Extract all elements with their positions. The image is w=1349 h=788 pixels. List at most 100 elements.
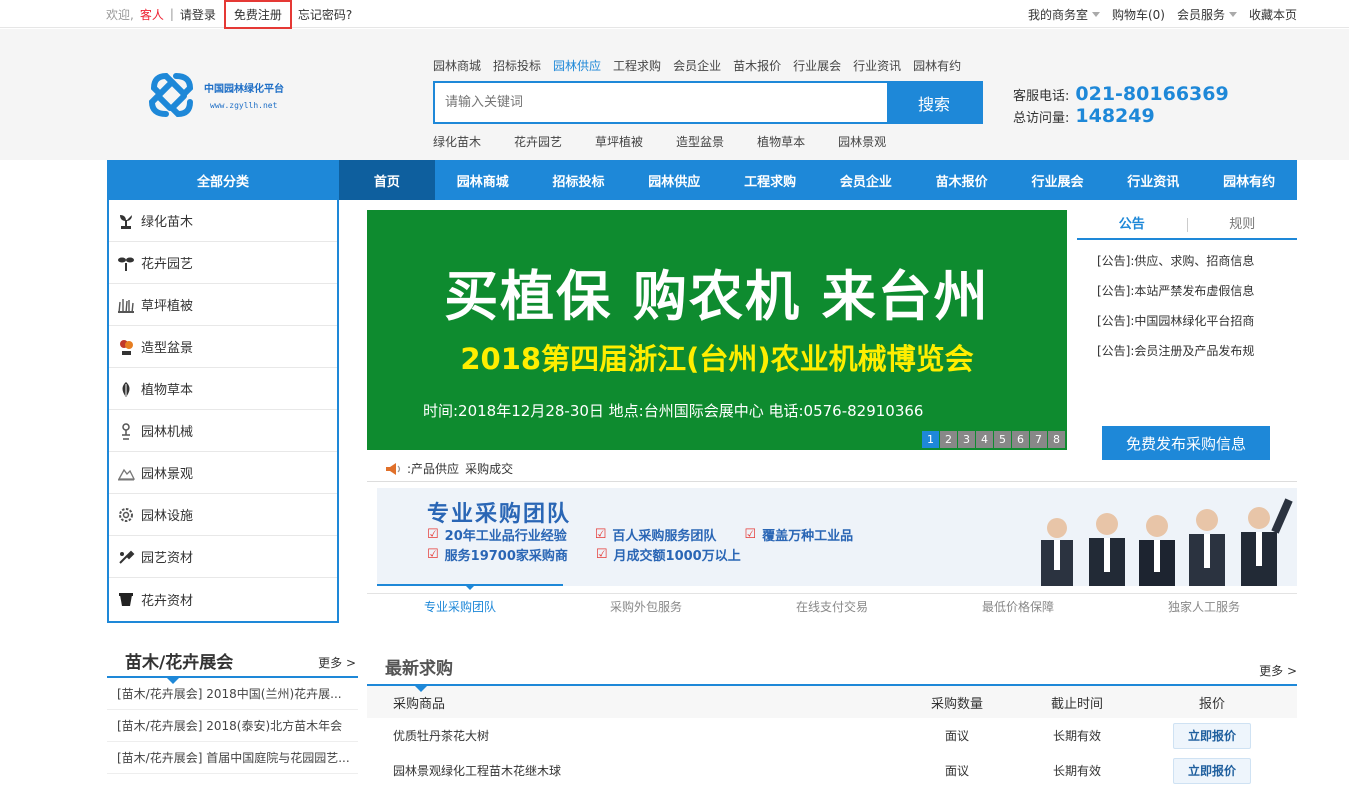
banner-page-button[interactable]: 6 [1012,431,1029,448]
promo-tab[interactable]: 最低价格保障 [925,594,1111,621]
banner-page-button[interactable]: 5 [994,431,1011,448]
banner-page-button[interactable]: 4 [976,431,993,448]
login-link[interactable]: 请登录 [180,6,216,23]
category-item[interactable]: 花卉园艺 [109,242,337,284]
ticker-supply-link[interactable]: 产品供应 [411,460,459,477]
my-office-label: 我的商务室 [1027,7,1088,22]
search-button[interactable]: 搜索 [887,83,981,122]
category-item[interactable]: 园艺资材 [109,536,337,578]
category-item[interactable]: 园林机械 [109,410,337,452]
header-nav-item[interactable]: 园林有约 [913,57,961,74]
header-nav-item[interactable]: 园林商城 [433,57,481,74]
site-logo[interactable]: 中国园林绿化平台 www.zgyllh.net [146,69,306,121]
main-nav-item[interactable]: 工程求购 [722,160,818,200]
product-cell[interactable]: 园林景观绿化工程苗木花继木球 [367,753,887,788]
col-qty: 采购数量 [887,686,1027,718]
hot-keyword-link[interactable]: 绿化苗木 [433,133,481,150]
main-nav-item[interactable]: 园林供应 [626,160,722,200]
notice-item[interactable]: [公告]:供应、求购、招商信息 [1097,250,1297,280]
notice-item[interactable]: [公告]:本站严禁发布虚假信息 [1097,280,1297,310]
notice-item[interactable]: [公告]:中国园林绿化平台招商 [1097,310,1297,340]
member-service-menu[interactable]: 会员服务 [1177,6,1237,23]
category-item[interactable]: 园林景观 [109,452,337,494]
category-item[interactable]: 绿化苗木 [109,200,337,242]
tab-notice[interactable]: 公告 [1077,210,1187,238]
forgot-password-link[interactable]: 忘记密码? [298,6,352,23]
hot-keyword-link[interactable]: 园林景观 [838,133,886,150]
hot-keyword-link[interactable]: 草坪植被 [595,133,643,150]
main-nav-item[interactable]: 苗木报价 [914,160,1010,200]
expo-list-item[interactable]: [苗木/花卉展会] 2018中国(兰州)花卉展... [107,678,358,710]
register-button[interactable]: 免费注册 [223,0,292,29]
all-categories-button[interactable]: 全部分类 [107,160,339,200]
main-nav-item[interactable]: 行业展会 [1010,160,1106,200]
col-product: 采购商品 [367,686,887,718]
favorite-link[interactable]: 收藏本页 [1249,6,1297,23]
latest-more-link[interactable]: 更多 > [1259,662,1297,679]
ticker-bar: : 产品供应 采购成交 [367,456,1297,482]
main-nav-item[interactable]: 招标投标 [531,160,627,200]
hot-keyword-link[interactable]: 造型盆景 [676,133,724,150]
hot-keyword-link[interactable]: 花卉园艺 [514,133,562,150]
banner-page-button[interactable]: 7 [1030,431,1047,448]
category-label: 园林机械 [141,425,194,440]
promo-tab[interactable]: 采购外包服务 [553,594,739,621]
quote-button[interactable]: 立即报价 [1173,757,1251,784]
promo-point: ☑ 服务19700家采购商 [427,546,568,564]
header-nav-item[interactable]: 行业展会 [793,57,841,74]
category-item[interactable]: 造型盆景 [109,326,337,368]
promo-tab[interactable]: 独家人工服务 [1111,594,1297,621]
banner-page-button[interactable]: 3 [958,431,975,448]
header-nav-item[interactable]: 行业资讯 [853,57,901,74]
cart-link[interactable]: 购物车(0) [1112,6,1165,23]
category-item[interactable]: 植物草本 [109,368,337,410]
ticker-deal-link[interactable]: 采购成交 [465,460,513,477]
search-input[interactable] [435,83,887,122]
expo-list-item[interactable]: [苗木/花卉展会] 2018(泰安)北方苗木年会 [107,710,358,742]
header-nav: 园林商城 招标投标 园林供应 工程求购 会员企业 苗木报价 行业展会 行业资讯 园林有约 [433,57,973,74]
quote-button[interactable]: 立即报价 [1173,722,1251,749]
site-header: 中国园林绿化平台 www.zgyllh.net 园林商城 招标投标 园林供应 工程求购… [0,29,1349,160]
promo-point: ☑ 20年工业品行业经验 [427,526,567,544]
header-nav-item[interactable]: 招标投标 [493,57,541,74]
chevron-down-icon [1091,11,1100,17]
header-nav-item[interactable]: 会员企业 [673,57,721,74]
main-nav: 全部分类 首页 园林商城 招标投标 园林供应 工程求购 会员企业 苗木报价 行业展会 行业资讯园… [107,160,1297,200]
banner-page-button[interactable]: 8 [1048,431,1065,448]
header-nav-item[interactable]: 园林供应 [553,57,601,74]
category-item[interactable]: 草坪植被 [109,284,337,326]
main-nav-item[interactable]: 园林商城 [435,160,531,200]
hot-keyword-link[interactable]: 植物草本 [757,133,805,150]
service-info: 客服电话: 021-80166369 总访问量: 148249 [1013,83,1229,127]
promo-banner[interactable]: 专业采购团队 ☑ 20年工业品行业经验 ☑ 百人采购服务团队 ☑ 覆盖万种工业品 ☑ 服… [377,488,1297,586]
promo-tab[interactable]: 专业采购团队 [367,594,553,621]
product-cell[interactable]: 优质牡丹茶花大树 [367,718,887,753]
promo-tab[interactable]: 在线支付交易 [739,594,925,621]
purchase-table: 采购商品 采购数量 截止时间 报价 优质牡丹茶花大树 面议 长期有效 立即报价 园林景观… [367,686,1297,788]
flower-icon [117,254,135,272]
check-icon: ☑ [427,546,439,562]
banner-page-button[interactable]: 2 [940,431,957,448]
category-item[interactable]: 园林设施 [109,494,337,536]
notice-item[interactable]: [公告]:会员注册及产品发布规 [1097,340,1297,370]
banner-page-button[interactable]: 1 [922,431,939,448]
publish-purchase-button[interactable]: 免费发布采购信息 [1102,426,1270,460]
quote-cell: 立即报价 [1127,718,1297,753]
phone-number: 021-80166369 [1075,83,1229,105]
category-item[interactable]: 花卉资材 [109,578,337,620]
expo-list-item[interactable]: [苗木/花卉展会] 首届中国庭院与花园园艺... [107,742,358,774]
banner-slide[interactable]: 买植保 购农机 来台州 2018第四届浙江(台州)农业机械博览会 时间:2018… [367,210,1067,450]
my-office-menu[interactable]: 我的商务室 [1028,6,1100,23]
category-label: 草坪植被 [141,299,194,314]
favorite-label: 收藏本页 [1248,7,1297,22]
main-nav-item[interactable]: 会员企业 [818,160,914,200]
main-nav-item[interactable]: 行业资讯 [1105,160,1201,200]
main-nav-item[interactable]: 首页 [339,160,435,200]
tools-icon [117,548,135,566]
hot-keywords: 绿化苗木 花卉园艺 草坪植被 造型盆景 植物草本 园林景观 [433,133,919,150]
main-nav-item[interactable]: 园林有约 [1201,160,1297,200]
expo-more-link[interactable]: 更多 > [318,654,356,671]
tab-rules[interactable]: 规则 [1188,210,1298,238]
header-nav-item[interactable]: 工程求购 [613,57,661,74]
header-nav-item[interactable]: 苗木报价 [733,57,781,74]
